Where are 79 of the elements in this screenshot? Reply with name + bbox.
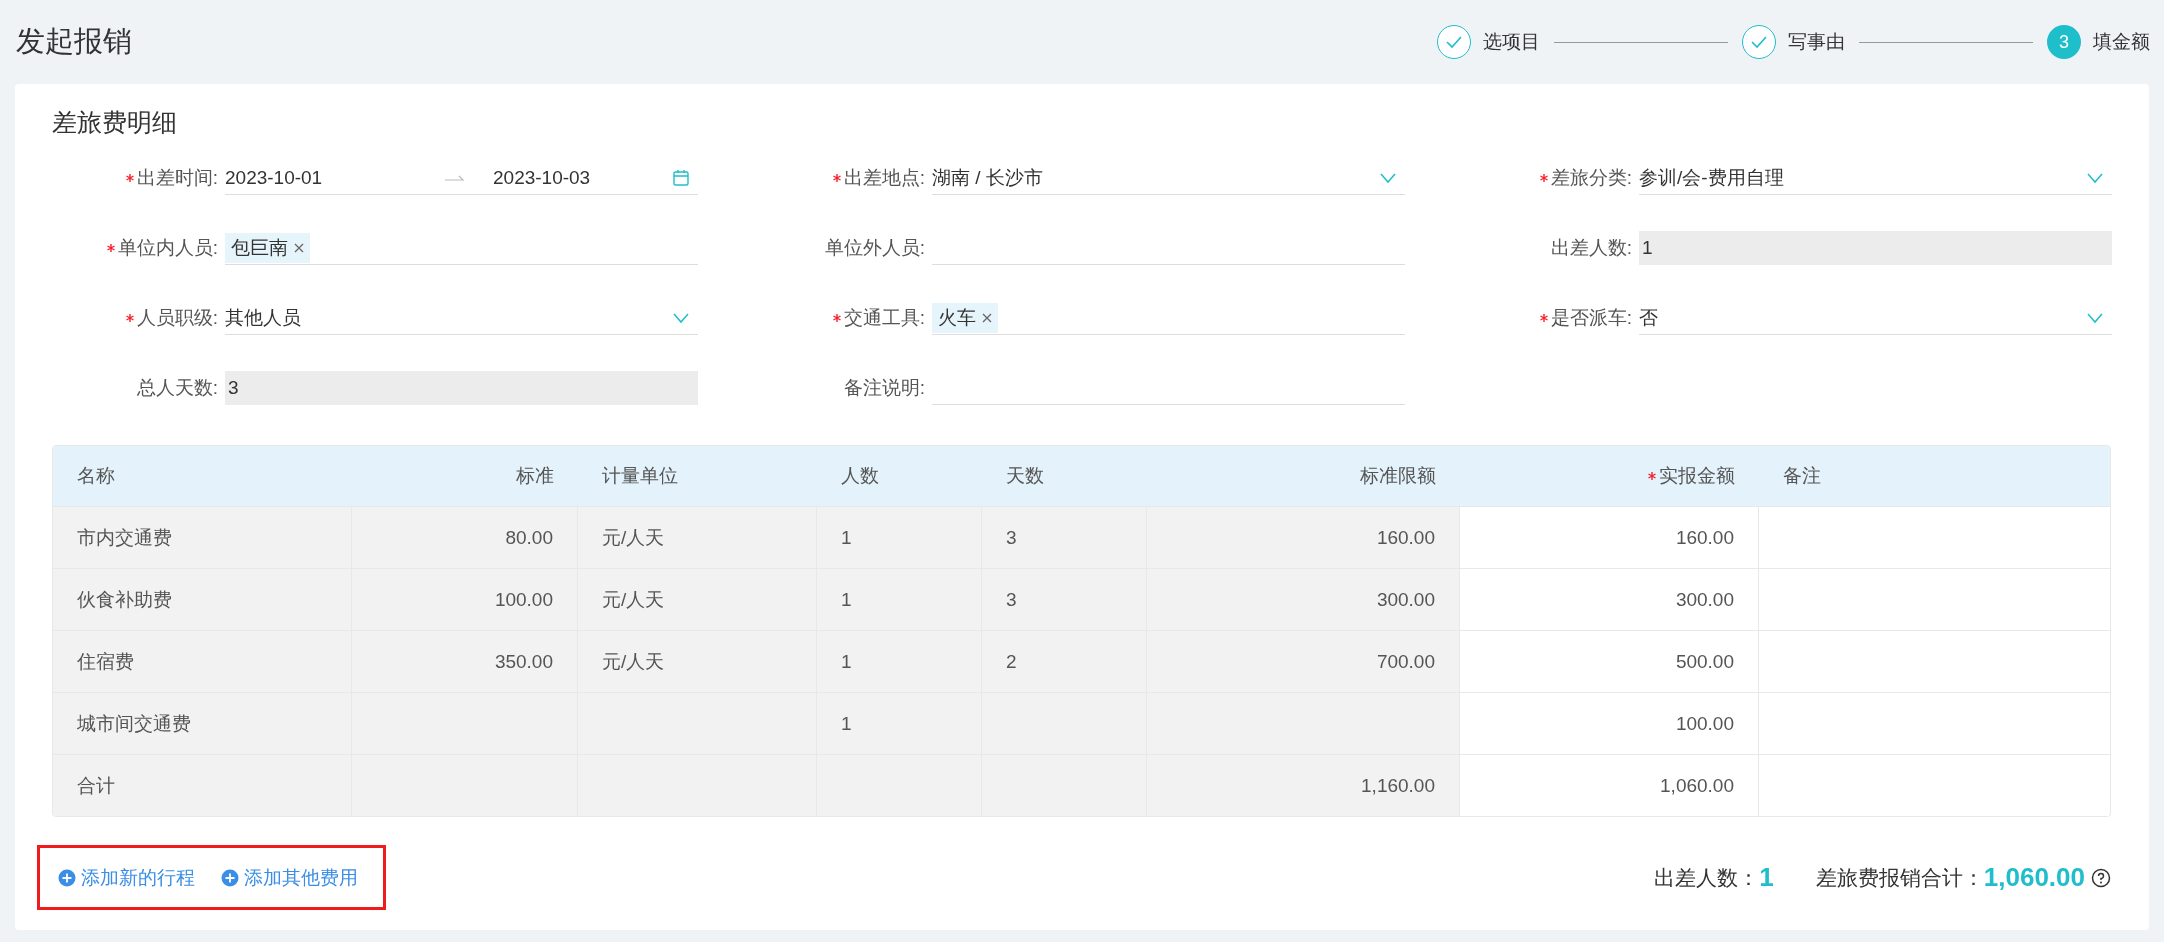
table-cell: 元/人天 [578, 507, 817, 568]
plus-circle-icon [58, 868, 76, 887]
table-cell: 3 [982, 569, 1147, 630]
field-label: 交通工具: [843, 306, 925, 330]
section-title: 差旅费明细 [52, 107, 178, 138]
table-cell: 住宿费 [53, 631, 352, 692]
column-header: 实报金额 [1659, 464, 1735, 488]
step-label: 写事由 [1788, 30, 1845, 54]
chevron-down-icon [2086, 171, 2104, 184]
end-date[interactable]: 2023-10-03 [493, 166, 591, 189]
readonly-field: 1 [1639, 231, 2112, 265]
select-value: 湖南 / 长沙市 [932, 165, 1044, 190]
table-cell: 80.00 [352, 507, 578, 568]
tag-select-field[interactable]: 包巨南 [225, 231, 698, 265]
field-label: 总人天数: [136, 376, 218, 400]
table-cell: 1 [817, 693, 982, 754]
tag[interactable]: 包巨南 [225, 232, 310, 263]
field-label: 差旅分类: [1550, 166, 1632, 190]
table-cell: 2 [982, 631, 1147, 692]
field-label: 是否派车: [1550, 306, 1632, 330]
page-title: 发起报销 [16, 24, 132, 59]
table-cell: 市内交通费 [53, 507, 352, 568]
field-label: 备注说明: [843, 376, 925, 400]
column-header: 人数 [841, 464, 879, 488]
close-icon[interactable] [294, 242, 304, 253]
field-label: 出差地点: [843, 166, 925, 190]
column-header: 名称 [77, 464, 115, 488]
table-cell: 城市间交通费 [53, 693, 352, 754]
select-field[interactable]: 参训/会-费用自理 [1639, 161, 2112, 195]
column-header: 备注 [1783, 464, 1821, 488]
field-label: 出差时间: [136, 166, 218, 190]
table-cell: 100.00 [352, 569, 578, 630]
close-icon[interactable] [982, 312, 992, 323]
summary-value: 1 [1759, 862, 1774, 893]
table-cell: 元/人天 [578, 569, 817, 630]
field-label: 出差人数: [1550, 236, 1632, 260]
select-value: 否 [1639, 305, 1659, 330]
calendar-icon [672, 168, 690, 187]
column-header: 天数 [1006, 464, 1044, 488]
column-header: 标准限额 [1360, 464, 1436, 488]
table-cell: 合计 [53, 755, 352, 816]
column-header: 计量单位 [602, 464, 678, 488]
readonly-field: 3 [225, 371, 698, 405]
select-field[interactable]: 湖南 / 长沙市 [932, 161, 1405, 195]
field-label: 单位外人员: [824, 236, 925, 260]
summary-value: 1,060.00 [1983, 862, 2085, 893]
table-cell: 伙食补助费 [53, 569, 352, 630]
add-link[interactable]: 添加新的行程 [58, 864, 195, 891]
date-range-field[interactable]: 2023-10-01 2023-10-03 [225, 161, 698, 195]
table-cell: 350.00 [352, 631, 578, 692]
select-field[interactable]: 否 [1639, 301, 2112, 335]
table-cell: 1 [817, 631, 982, 692]
tag[interactable]: 火车 [932, 302, 998, 333]
summary-label: 出差人数： [1654, 864, 1760, 891]
table-cell: 700.00 [1147, 631, 1460, 692]
field-label: 单位内人员: [117, 236, 218, 260]
step-label: 填金额 [2093, 30, 2150, 54]
table-cell: 1,160.00 [1147, 755, 1460, 816]
chevron-down-icon [672, 311, 690, 324]
column-header: 标准 [516, 464, 554, 488]
table-cell: 300.00 [1147, 569, 1460, 630]
table-cell: 160.00 [1147, 507, 1460, 568]
table-cell: 元/人天 [578, 631, 817, 692]
select-field[interactable]: 其他人员 [225, 301, 698, 335]
select-value: 参训/会-费用自理 [1639, 165, 1785, 190]
table-cell: 1 [817, 507, 982, 568]
select-value: 其他人员 [225, 305, 302, 330]
table-cell: 1 [817, 569, 982, 630]
step-label: 选项目 [1483, 30, 1540, 54]
chevron-down-icon [2086, 311, 2104, 324]
plus-circle-icon [221, 868, 239, 887]
chevron-down-icon [1379, 171, 1397, 184]
tag-select-field[interactable]: 火车 [932, 301, 1405, 335]
table-cell: 3 [982, 507, 1147, 568]
step-number: 3 [2047, 25, 2081, 59]
summary-label: 差旅费报销合计： [1815, 864, 1984, 891]
help-icon[interactable] [2091, 867, 2111, 888]
field-label: 人员职级: [136, 306, 218, 330]
start-date[interactable]: 2023-10-01 [225, 166, 437, 189]
